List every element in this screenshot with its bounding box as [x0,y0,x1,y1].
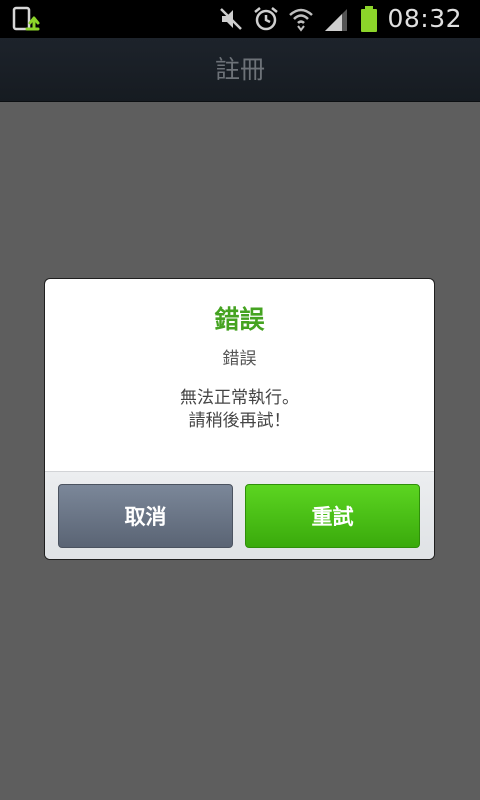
dialog-footer: 取消 重試 [45,471,434,559]
title-bar: 註冊 [0,38,480,102]
alarm-icon [254,7,279,31]
dialog-subtitle: 錯誤 [222,349,257,369]
dialog-message: 無法正常執行。 請稍後再試！ [180,388,299,431]
status-bar: 08:32 [0,0,480,38]
error-dialog: 錯誤 錯誤 無法正常執行。 請稍後再試！ 取消 重試 [44,278,435,560]
app-update-icon [12,6,40,31]
dialog-title: 錯誤 [214,305,265,334]
signal-icon [325,9,348,31]
status-icons: 08:32 [210,0,462,38]
page-title: 註冊 [214,55,265,84]
retry-button[interactable]: 重試 [245,484,420,548]
cancel-button[interactable]: 取消 [58,484,233,548]
dialog-body: 錯誤 錯誤 無法正常執行。 請稍後再試！ [45,279,434,471]
battery-icon [361,6,378,32]
clock: 08:32 [387,4,462,33]
mute-icon [220,8,243,30]
wifi-icon [289,8,314,32]
